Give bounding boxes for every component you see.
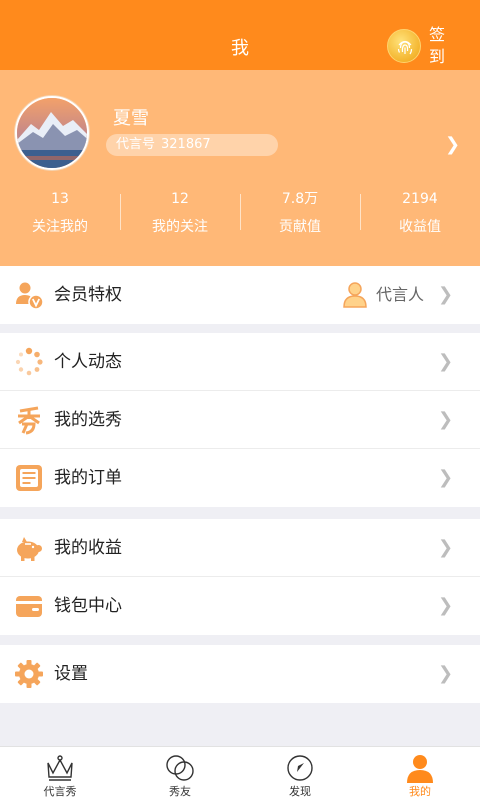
menu-item-vip[interactable]: 会员特权 代言人 ❯ <box>0 266 480 324</box>
spokesperson-icon <box>343 282 367 308</box>
show-character-icon <box>18 406 40 435</box>
menu-label: 我的选秀 <box>54 410 122 430</box>
menu-group-activity: 个人动态 ❯ 我的选秀 ❯ 我的订单 ❯ <box>0 333 480 507</box>
stat-label: 贡献值 <box>279 219 321 235</box>
chevron-right-icon[interactable]: ❯ <box>445 134 460 155</box>
menu-label: 个人动态 <box>54 352 122 372</box>
tab-discover[interactable]: 发现 <box>240 747 360 800</box>
avatar[interactable] <box>15 96 89 170</box>
chevron-right-icon: ❯ <box>438 663 454 684</box>
menu-label: 设置 <box>54 664 88 684</box>
fingerprint-icon[interactable] <box>387 29 421 63</box>
menu-item-my-earnings[interactable]: 我的收益 ❯ <box>0 519 480 577</box>
menu-label: 钱包中心 <box>54 596 122 616</box>
stat-following[interactable]: 12 我的关注 <box>120 188 240 238</box>
user-name: 夏雪 <box>113 108 149 129</box>
vip-status: 代言人 <box>376 285 425 304</box>
tab-daiyanxiu[interactable]: 代言秀 <box>0 747 120 800</box>
crown-icon <box>47 755 73 781</box>
chevron-right-icon: ❯ <box>438 595 454 616</box>
tab-label: 秀友 <box>169 785 191 798</box>
stat-followers[interactable]: 13 关注我的 <box>0 188 120 238</box>
menu-label: 会员特权 <box>54 285 122 305</box>
chevron-right-icon: ❯ <box>438 537 454 558</box>
compass-icon <box>287 755 313 781</box>
user-stats: 13 关注我的 12 我的关注 7.8万 贡献值 2194 收益值 <box>0 188 480 238</box>
user-id-badge: 代言号 321867 <box>106 134 278 156</box>
menu-item-my-orders[interactable]: 我的订单 ❯ <box>0 449 480 507</box>
vip-user-icon <box>16 282 44 310</box>
gear-icon <box>15 660 43 688</box>
stat-label: 我的关注 <box>152 219 208 235</box>
tab-label: 发现 <box>289 785 311 798</box>
piggy-bank-icon <box>17 537 42 561</box>
menu-item-my-shows[interactable]: 我的选秀 ❯ <box>0 391 480 449</box>
stat-label: 收益值 <box>399 219 441 235</box>
wallet-icon <box>16 596 42 617</box>
signin-button[interactable]: 签到 <box>429 24 449 68</box>
tab-label: 我的 <box>409 785 431 798</box>
tab-label: 代言秀 <box>43 785 77 798</box>
chevron-right-icon: ❯ <box>438 409 454 430</box>
user-id-label: 代言号 <box>116 137 156 152</box>
menu-label: 我的订单 <box>54 468 122 488</box>
stat-label: 关注我的 <box>32 219 88 235</box>
tab-xiuyou[interactable]: 秀友 <box>120 747 240 800</box>
stat-value: 13 <box>51 191 69 207</box>
user-id-value: 321867 <box>161 137 211 152</box>
stat-earnings[interactable]: 2194 收益值 <box>360 188 480 238</box>
chevron-right-icon: ❯ <box>438 284 454 305</box>
person-icon <box>407 755 433 783</box>
chevron-right-icon: ❯ <box>438 467 454 488</box>
stat-contribution[interactable]: 7.8万 贡献值 <box>240 188 360 238</box>
top-bar: 我 签到 <box>0 0 480 70</box>
tab-mine[interactable]: 我的 <box>360 747 480 800</box>
stat-value: 12 <box>171 191 189 207</box>
order-list-icon <box>16 465 42 491</box>
loading-dots-icon <box>15 347 43 376</box>
stat-value: 7.8万 <box>281 191 319 207</box>
menu-group-settings: 设置 ❯ <box>0 645 480 703</box>
menu-label: 我的收益 <box>54 538 122 558</box>
menu-item-wallet[interactable]: 钱包中心 ❯ <box>0 577 480 635</box>
chevron-right-icon: ❯ <box>438 351 454 372</box>
stat-value: 2194 <box>402 191 438 207</box>
menu-item-personal-dynamics[interactable]: 个人动态 ❯ <box>0 333 480 391</box>
menu-item-settings[interactable]: 设置 ❯ <box>0 645 480 703</box>
friends-circles-icon <box>166 755 194 781</box>
menu-group-vip: 会员特权 代言人 ❯ <box>0 266 480 324</box>
bottom-tab-bar: 代言秀 秀友 发现 我的 <box>0 746 480 800</box>
menu-group-finance: 我的收益 ❯ 钱包中心 ❯ <box>0 519 480 635</box>
